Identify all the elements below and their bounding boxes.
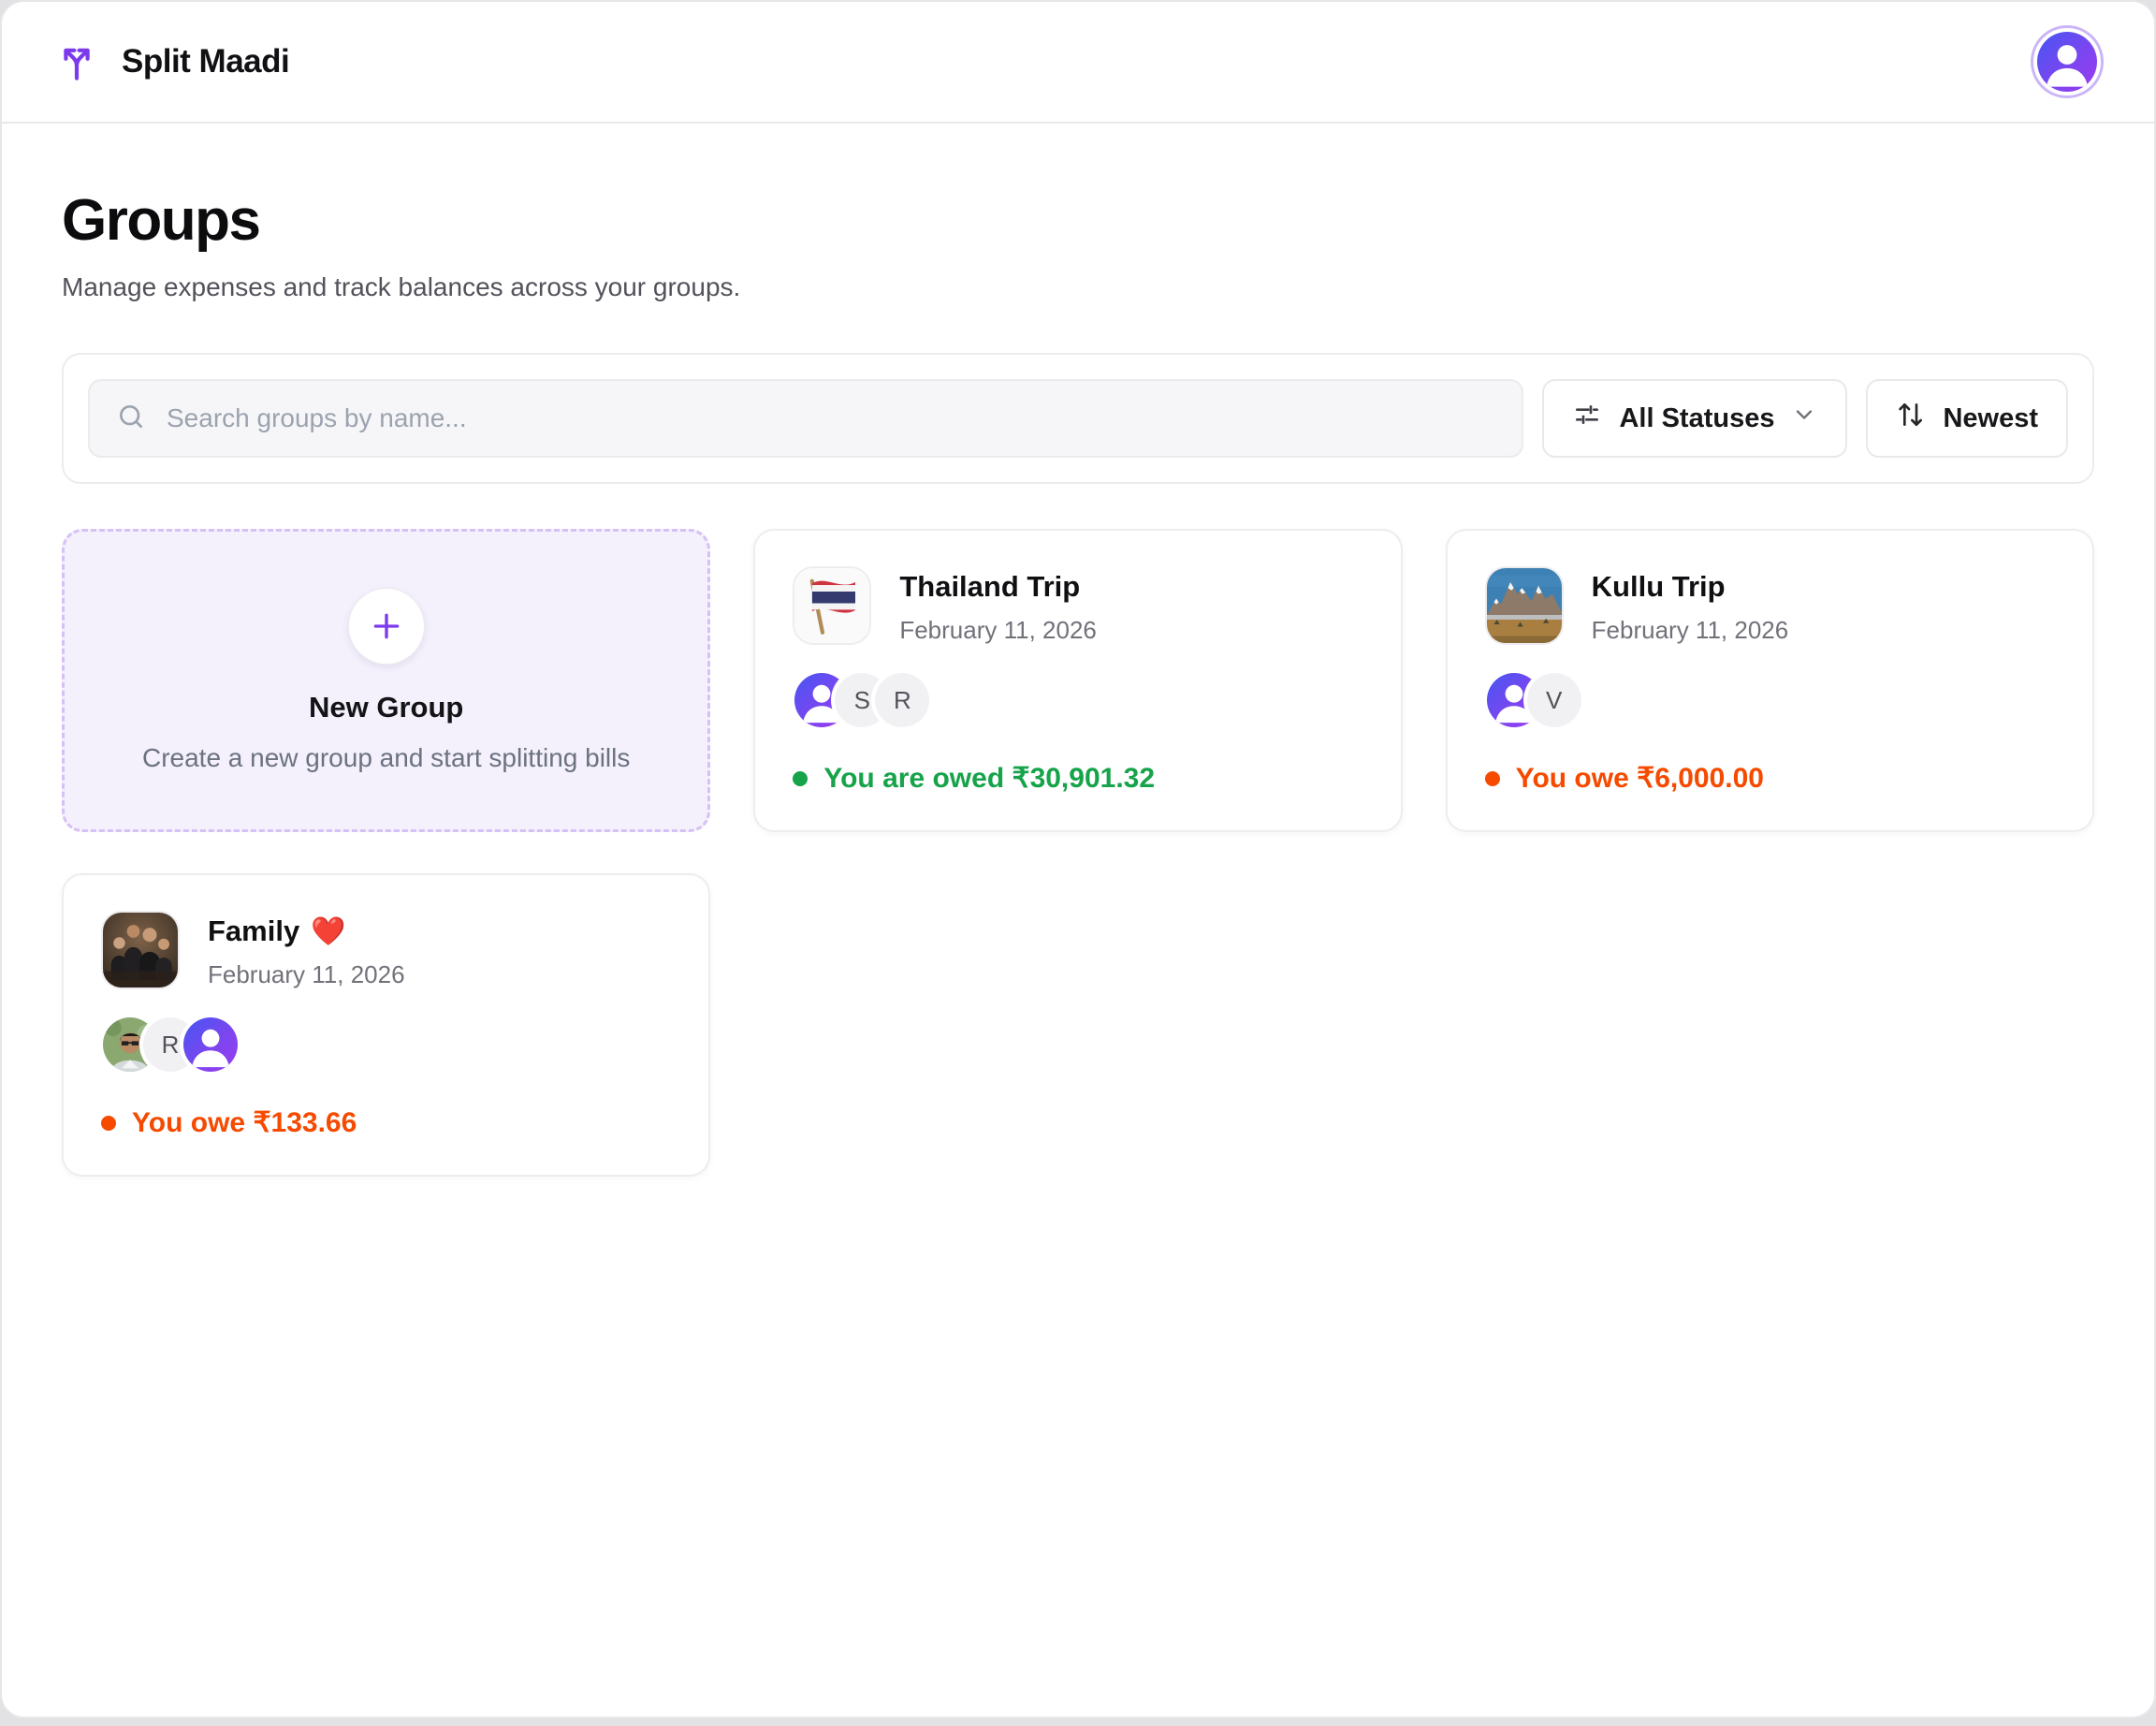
group-balance: You owe ₹133.66 [101,1106,671,1139]
profile-avatar-button[interactable] [2031,25,2104,98]
status-filter-button[interactable]: All Statuses [1542,379,1847,458]
main-content: Groups Manage expenses and track balance… [2,124,2154,1717]
balance-text: You are owed ₹30,901.32 [823,762,1155,795]
group-balance: You are owed ₹30,901.32 [793,762,1362,795]
group-members: V [1485,673,2055,727]
app-window: Split Maadi Groups Manage expenses and t… [0,0,2156,1719]
group-date: February 11, 2026 [899,616,1097,645]
group-name: Thailand Trip [899,570,1097,604]
balance-status-dot [101,1116,116,1131]
app-header: Split Maadi [2,2,2154,124]
group-card[interactable]: Kullu Trip February 11, 2026 V You owe ₹… [1446,529,2094,832]
group-name: Kullu Trip [1592,570,1789,604]
groups-grid: New Group Create a new group and start s… [62,529,2094,1177]
mountain-photo-icon [1485,566,1564,645]
user-avatar-icon [2037,32,2097,92]
new-group-description: Create a new group and start splitting b… [142,743,630,773]
group-card[interactable]: Family❤️ February 11, 2026 R You owe ₹13… [62,873,710,1177]
search-icon [116,402,146,436]
heart-emoji: ❤️ [311,915,345,948]
group-name: Family❤️ [208,914,405,948]
balance-text: You owe ₹133.66 [132,1106,357,1139]
plus-icon [348,588,425,665]
group-card[interactable]: Thailand Trip February 11, 2026 SR You a… [753,529,1402,832]
balance-text: You owe ₹6,000.00 [1516,762,1764,795]
group-date: February 11, 2026 [1592,616,1789,645]
search-input[interactable] [165,402,1495,434]
thailand-flag-icon [793,566,871,645]
sliders-filter-icon [1572,400,1602,437]
filter-toolbar: All Statuses Newest [62,353,2094,484]
sort-label: Newest [1943,403,2038,434]
group-members: R [101,1017,671,1072]
balance-status-dot [793,771,808,786]
search-box [88,379,1523,458]
chevron-down-icon [1791,402,1817,435]
group-date: February 11, 2026 [208,960,405,989]
page-title: Groups [62,187,2094,254]
split-logo-icon [54,39,99,84]
arrow-up-down-icon [1896,400,1926,437]
group-balance: You owe ₹6,000.00 [1485,762,2055,795]
balance-status-dot [1485,771,1500,786]
group-members: SR [793,673,1362,727]
member-avatar-you [183,1017,238,1072]
new-group-card[interactable]: New Group Create a new group and start s… [62,529,710,832]
new-group-title: New Group [309,691,463,724]
family-photo-icon [101,911,180,989]
page-subtitle: Manage expenses and track balances acros… [62,272,2094,302]
member-avatar-initial: V [1527,673,1581,727]
brand: Split Maadi [54,39,289,84]
member-avatar-initial: R [875,673,929,727]
status-filter-label: All Statuses [1619,403,1774,434]
app-title: Split Maadi [122,43,289,80]
sort-button[interactable]: Newest [1866,379,2068,458]
